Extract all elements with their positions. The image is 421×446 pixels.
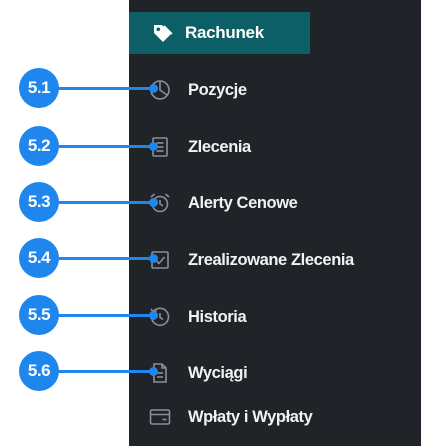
menu-item-wyciagi[interactable]: Wyciągi [129,353,421,393]
menu-item-label: Historia [188,307,247,326]
menu-item-historia[interactable]: Historia [129,297,421,337]
account-menu-header[interactable]: Rachunek [129,12,310,54]
callout-connector [58,198,158,207]
menu-item-label: Zlecenia [188,137,251,156]
menu-item-zlecenia[interactable]: Zlecenia [129,127,421,167]
screenshot-stage: Rachunek Pozycje Zlecenia Alerty Cenowe … [0,0,421,446]
callout-connector [58,84,158,93]
tag-icon [151,22,173,44]
callout-connector [58,254,158,263]
callout-badge: 5.6 [19,351,59,391]
menu-item-label: Pozycje [188,80,247,99]
callout-connector [58,142,158,151]
card-icon [148,405,172,429]
account-menu-title: Rachunek [185,23,264,42]
callout-badge: 5.4 [19,238,59,278]
callout-badge: 5.1 [19,68,59,108]
menu-item-wplaty-i-wyplaty[interactable]: Wpłaty i Wypłaty [129,397,421,437]
menu-item-label: Alerty Cenowe [188,193,298,212]
callout-badge: 5.3 [19,182,59,222]
menu-item-label: Zrealizowane Zlecenia [188,250,354,269]
menu-item-label: Wpłaty i Wypłaty [188,407,313,426]
menu-item-label: Wyciągi [188,363,248,382]
callout-connector [58,367,158,376]
menu-item-pozycje[interactable]: Pozycje [129,70,421,110]
callout-connector [58,311,158,320]
callout-badge: 5.2 [19,126,59,166]
callout-badge: 5.5 [19,295,59,335]
menu-item-zrealizowane-zlecenia[interactable]: Zrealizowane Zlecenia [129,240,421,280]
menu-item-alerty-cenowe[interactable]: Alerty Cenowe [129,183,421,223]
